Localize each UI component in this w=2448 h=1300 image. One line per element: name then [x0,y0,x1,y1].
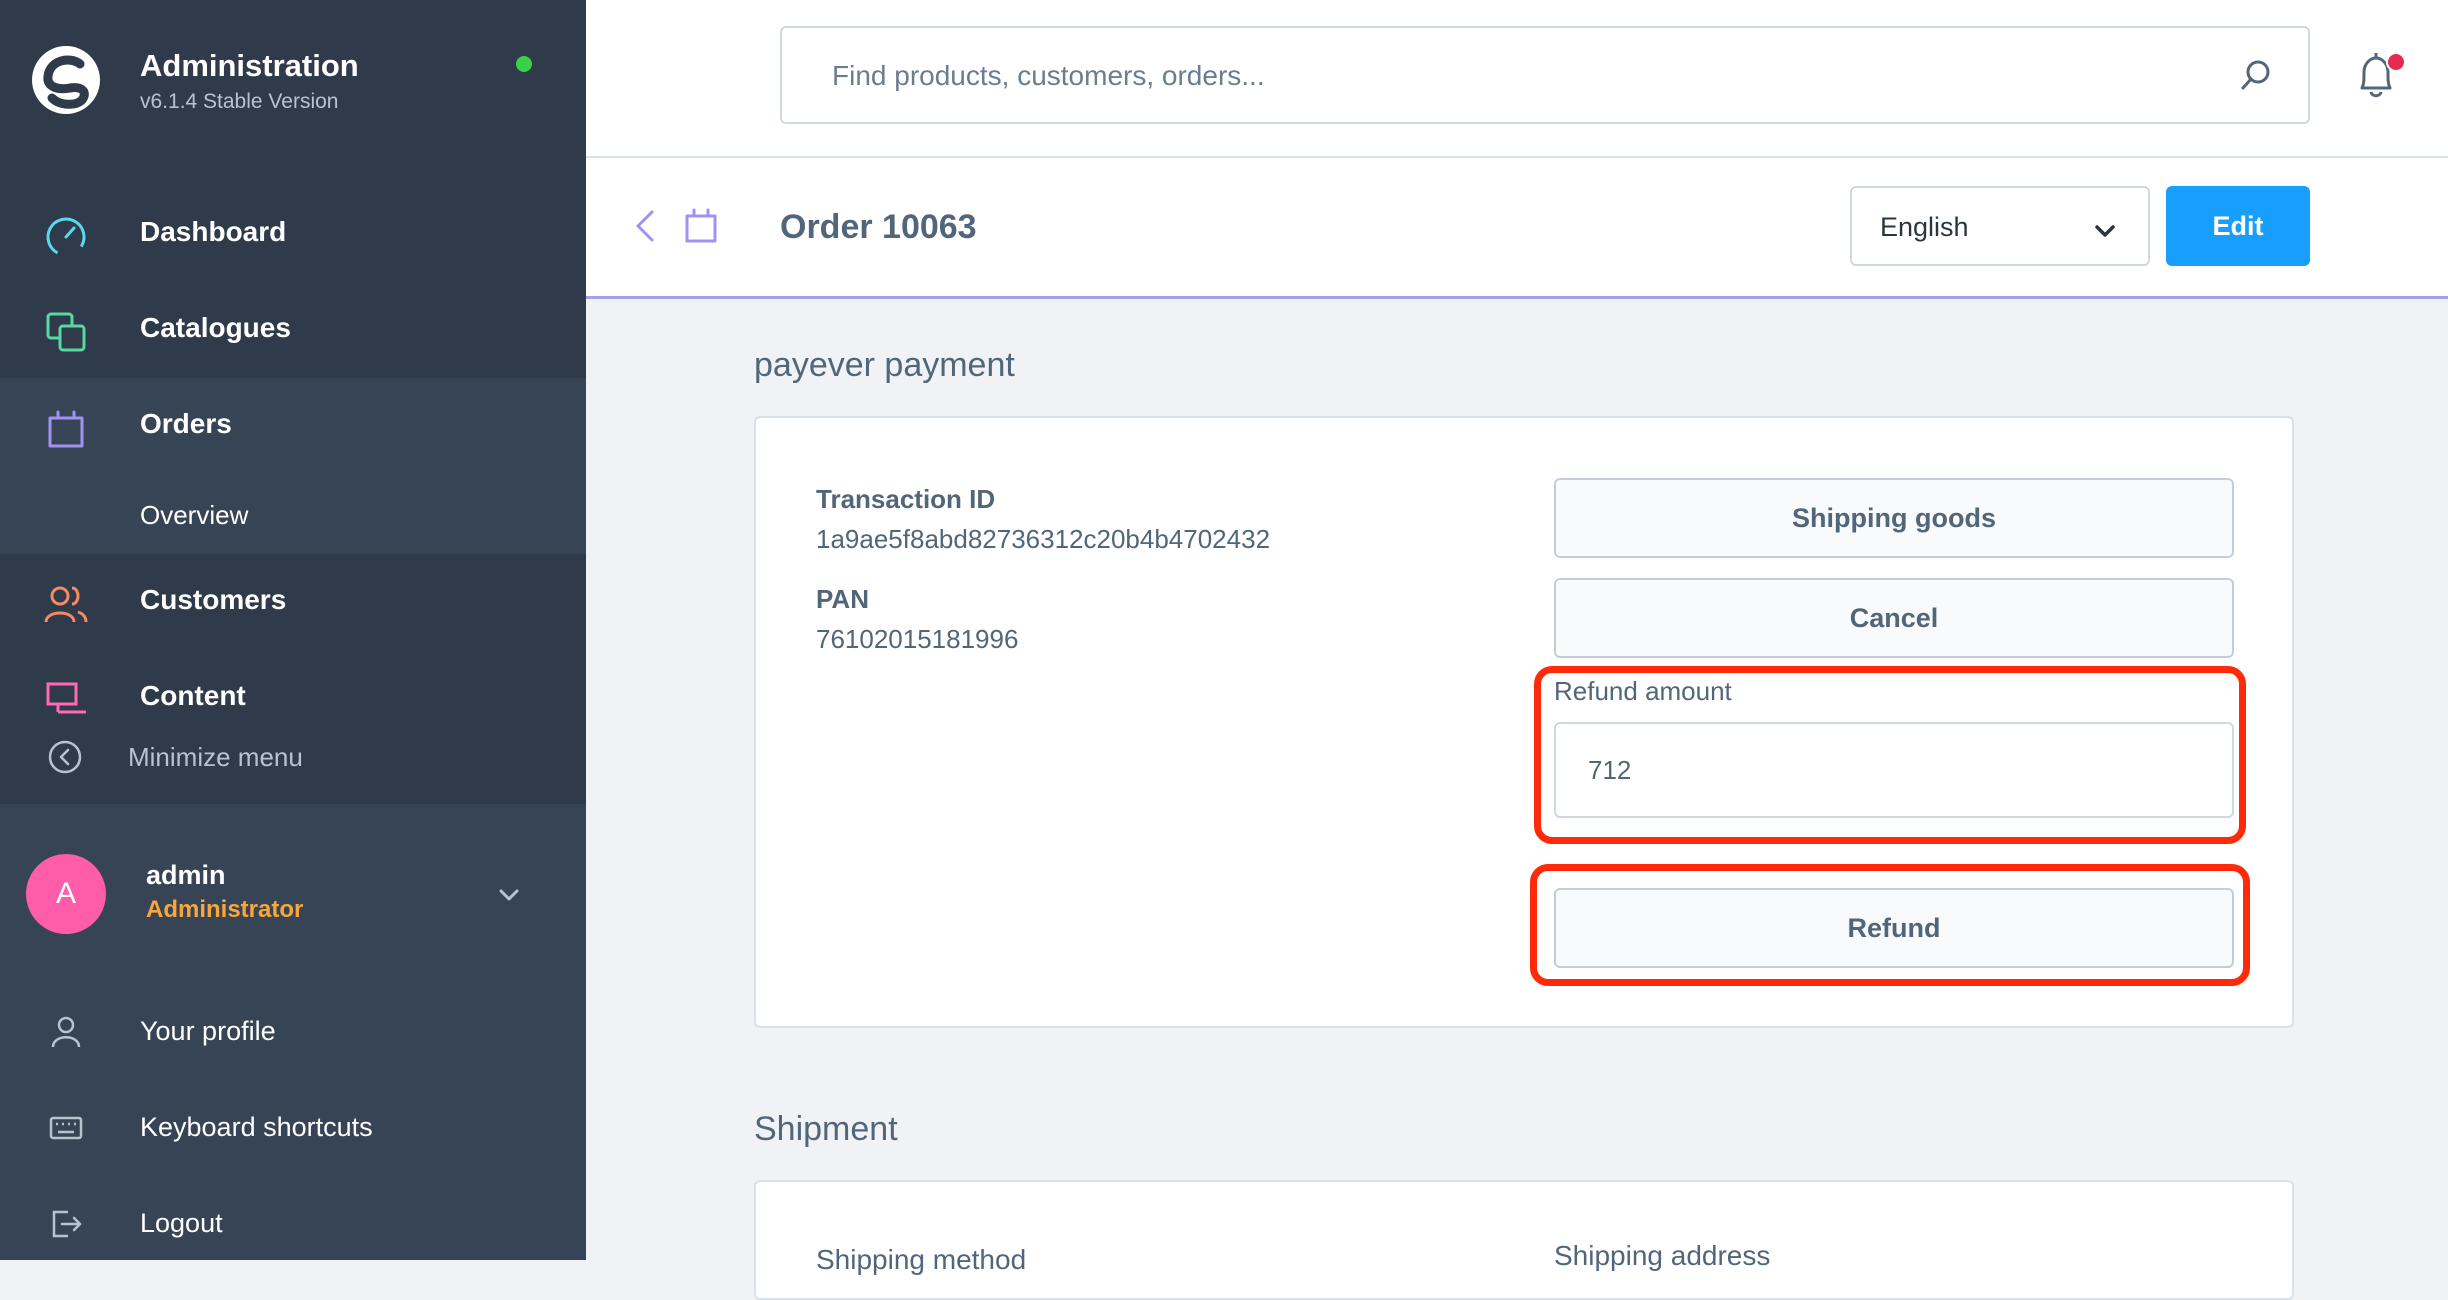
minimize-menu-label: Minimize menu [128,742,303,772]
logout-icon [52,1210,82,1238]
sidebar-item-dashboard[interactable]: Dashboard [0,186,586,282]
search-icon[interactable] [2238,58,2274,94]
sidebar-item-catalogues[interactable]: Catalogues [0,282,586,378]
sidebar: Administration v6.1.4 Stable Version Das… [0,0,586,1260]
language-select[interactable]: English [1850,186,2150,266]
app-title: Administration [140,48,359,83]
minimize-menu-button[interactable]: Minimize menu [0,730,586,782]
chevron-down-icon [2095,225,2115,237]
sidebar-item-label: Orders [140,408,232,439]
language-select-value: English [1880,212,1969,242]
user-link-label: Logout [140,1208,223,1238]
refund-button[interactable]: Refund [1554,888,2234,968]
shopware-logo-icon [32,46,100,114]
orders-icon [48,410,84,448]
orders-icon [685,208,717,243]
user-link-label: Keyboard shortcuts [140,1112,373,1142]
brand-header: Administration v6.1.4 Stable Version [0,0,586,170]
payever-payment-card: Transaction ID 1a9ae5f8abd82736312c20b4b… [754,416,2294,1028]
pan-value: 76102015181996 [816,624,1019,654]
user-link-label: Your profile [140,1016,276,1046]
payever-payment-title: payever payment [754,346,1015,384]
user-name: admin [146,860,226,890]
page-header: Order 10063 English Edit [586,158,2448,299]
customers-icon [44,586,88,623]
shipment-title: Shipment [754,1110,898,1148]
user-link-logout[interactable]: Logout [0,1184,586,1264]
user-link-keyboard-shortcuts[interactable]: Keyboard shortcuts [0,1088,586,1168]
profile-icon [51,1016,81,1048]
chevron-down-icon[interactable] [494,880,524,910]
avatar[interactable]: A [26,854,106,934]
back-icon[interactable] [630,206,660,246]
sidebar-item-label: Dashboard [140,216,287,247]
global-search [780,26,2310,124]
sidebar-item-label: Content [140,680,246,711]
keyboard-icon [49,1116,83,1140]
user-link-profile[interactable]: Your profile [0,992,586,1072]
sidebar-subitem-overview[interactable]: Overview [140,500,248,531]
search-input[interactable] [830,28,2214,124]
sidebar-item-label: Customers [140,584,287,615]
refund-amount-label: Refund amount [1554,676,1732,706]
notification-badge [2386,52,2406,72]
dashboard-icon [46,217,86,257]
transaction-id-label: Transaction ID [816,484,996,514]
chevron-left-circle-icon [48,740,82,774]
online-status-dot [516,56,532,72]
shipping-address-label: Shipping address [1554,1240,1771,1271]
cancel-button[interactable]: Cancel [1554,578,2234,658]
edit-button[interactable]: Edit [2166,186,2310,266]
app-version: v6.1.4 Stable Version [140,90,339,113]
shipping-goods-button[interactable]: Shipping goods [1554,478,2234,558]
pan-label: PAN [816,584,869,614]
sidebar-item-customers[interactable]: Customers [0,554,586,650]
page-title: Order 10063 [780,208,977,246]
refund-amount-input[interactable] [1554,722,2234,818]
user-panel: A admin Administrator Your profile Keybo… [0,804,586,1260]
content-icon [46,682,86,714]
shipping-method-label: Shipping method [816,1244,1027,1275]
sidebar-item-label: Catalogues [140,312,291,343]
shipment-card: Shipping method Shipping address [754,1180,2294,1300]
transaction-id-value: 1a9ae5f8abd82736312c20b4b4702432 [816,524,1271,554]
catalogues-icon [46,312,86,352]
sidebar-item-orders[interactable]: Orders [0,378,586,474]
top-bar [586,0,2448,158]
user-role: Administrator [146,896,304,923]
